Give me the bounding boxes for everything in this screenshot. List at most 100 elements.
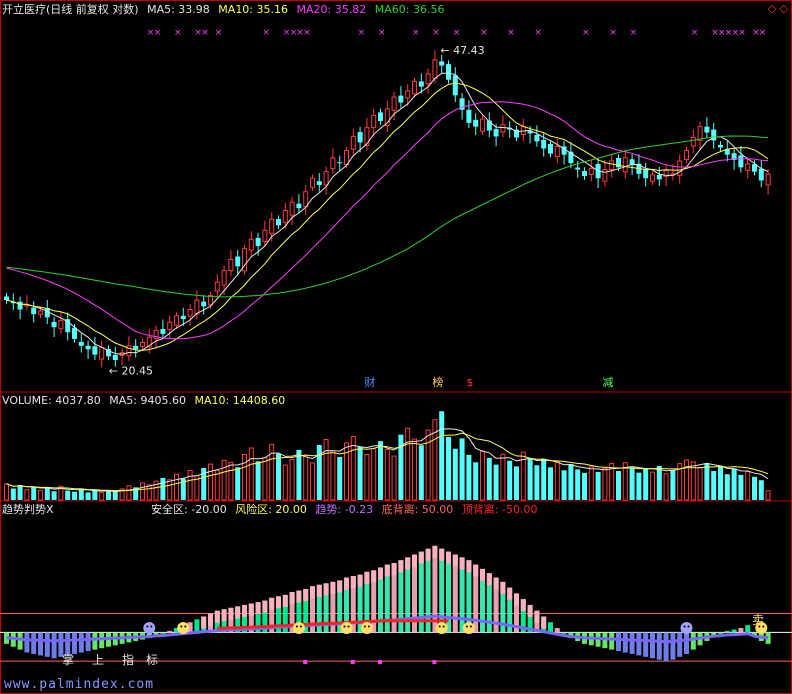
volume-bar-down bbox=[534, 465, 540, 500]
volume-bar-up bbox=[146, 484, 152, 501]
candle-body-up bbox=[371, 114, 377, 129]
indicator-bar bbox=[38, 632, 43, 656]
indicator-bar bbox=[629, 632, 635, 654]
volume-bar-down bbox=[235, 467, 241, 500]
candle bbox=[466, 100, 472, 129]
indicator-bar-body bbox=[554, 628, 560, 633]
candle-body-down bbox=[276, 219, 281, 226]
volume-bar-up bbox=[412, 438, 417, 501]
candle-body-up bbox=[690, 136, 696, 147]
volume-bar-up bbox=[167, 479, 173, 501]
candle-body-up bbox=[344, 150, 349, 166]
signal-x-mark: × bbox=[453, 28, 461, 38]
volume-bar-down bbox=[459, 438, 465, 500]
volume-bar-down bbox=[752, 476, 757, 500]
signal-face-icon bbox=[360, 622, 373, 635]
event-marker: $ bbox=[466, 376, 473, 389]
indicator-bar-cap bbox=[473, 564, 479, 577]
price-header: 开立医疗(日线 前复权 对数) MA5: 33.98 MA10: 35.16 M… bbox=[2, 3, 449, 17]
indicator-bar-cap bbox=[541, 616, 547, 629]
indicator-bar bbox=[24, 632, 30, 653]
indicator-bar-body bbox=[622, 632, 628, 653]
corner-marks[interactable]: ◇ ◇ bbox=[768, 2, 788, 15]
volume-bar-down bbox=[507, 460, 513, 500]
indicator-bar bbox=[466, 560, 472, 633]
volume-bar-up bbox=[187, 470, 193, 501]
indicator-bar-body bbox=[72, 632, 77, 654]
candle bbox=[119, 347, 125, 366]
indicator-bar bbox=[616, 632, 621, 652]
volume-bar-up bbox=[344, 442, 349, 501]
candle bbox=[650, 171, 655, 185]
indicator-bar-cap bbox=[269, 597, 275, 610]
candle-body-up bbox=[602, 168, 608, 182]
candle-body-down bbox=[738, 155, 744, 168]
candle bbox=[398, 86, 404, 108]
indicator-bar-body bbox=[44, 632, 50, 657]
volume-bar-up bbox=[248, 447, 254, 501]
signal-face-eye bbox=[150, 625, 153, 628]
candle-body-up bbox=[269, 218, 275, 234]
volume-bar-up bbox=[697, 467, 703, 501]
volume-bar-down bbox=[616, 471, 621, 500]
signal-face-eye bbox=[687, 625, 690, 628]
ma5-readout: MA5: 33.98 bbox=[147, 3, 210, 16]
candle bbox=[439, 54, 445, 74]
candle bbox=[473, 113, 479, 135]
indicator-bar-body bbox=[745, 625, 751, 633]
candle bbox=[480, 115, 485, 135]
candle-body-down bbox=[704, 126, 710, 133]
indicator-bar-body bbox=[167, 630, 173, 633]
candle bbox=[561, 141, 567, 165]
candle-body-up bbox=[174, 315, 179, 326]
candle bbox=[174, 312, 179, 329]
candle bbox=[160, 319, 166, 340]
signal-face-icon bbox=[143, 622, 156, 635]
indicator-bar-cap bbox=[507, 587, 513, 600]
volume-bar-down bbox=[10, 488, 16, 500]
volume-bar-down bbox=[473, 462, 479, 500]
volume-bar-down bbox=[106, 491, 111, 500]
indicator-bar-cap bbox=[493, 577, 499, 590]
candle bbox=[452, 67, 458, 103]
volume-bar-down bbox=[85, 492, 91, 500]
indicator-bar-cap bbox=[276, 596, 281, 609]
candle-body-up bbox=[167, 321, 173, 330]
volume-bar-up bbox=[425, 429, 431, 501]
signal-face-circle bbox=[177, 622, 190, 635]
candle bbox=[588, 160, 594, 182]
signal-x-mark: × bbox=[609, 28, 617, 38]
volume-bar-down bbox=[255, 461, 261, 500]
candle bbox=[745, 157, 751, 179]
signal-face-circle bbox=[680, 622, 693, 635]
candle-body-up bbox=[405, 90, 411, 99]
volume-bar-down bbox=[357, 446, 363, 500]
candle-body-up bbox=[412, 80, 417, 95]
candle bbox=[310, 174, 315, 192]
volume-bar-down bbox=[31, 486, 37, 500]
candle-body-down bbox=[201, 301, 207, 307]
indicator-bar-cap bbox=[425, 548, 431, 561]
volume-bar-up bbox=[745, 470, 751, 501]
volume-bar-up bbox=[289, 459, 295, 501]
candle bbox=[214, 274, 220, 298]
bottom-divergence-readout: 底背离: 50.00 bbox=[381, 503, 454, 516]
candle-body-up bbox=[140, 341, 145, 347]
candle-body-up bbox=[684, 150, 689, 160]
candle-body-up bbox=[432, 59, 438, 79]
candle bbox=[364, 118, 370, 151]
candle bbox=[609, 154, 615, 178]
candle-body-up bbox=[221, 270, 227, 286]
indicator-bar-body bbox=[670, 632, 676, 660]
candle-body-down bbox=[656, 174, 662, 180]
signal-face-eye bbox=[683, 625, 686, 628]
indicator-bar bbox=[677, 632, 683, 657]
indicator-bar-body bbox=[690, 632, 696, 650]
volume-bar-up bbox=[684, 459, 689, 501]
indicator-bar-cap bbox=[337, 580, 343, 593]
candle bbox=[17, 296, 23, 320]
indicator-bar-body bbox=[656, 632, 662, 660]
indicator-bar bbox=[738, 628, 744, 633]
signal-face-eye bbox=[184, 625, 187, 628]
indicator-mark-text: 标 bbox=[146, 653, 158, 667]
